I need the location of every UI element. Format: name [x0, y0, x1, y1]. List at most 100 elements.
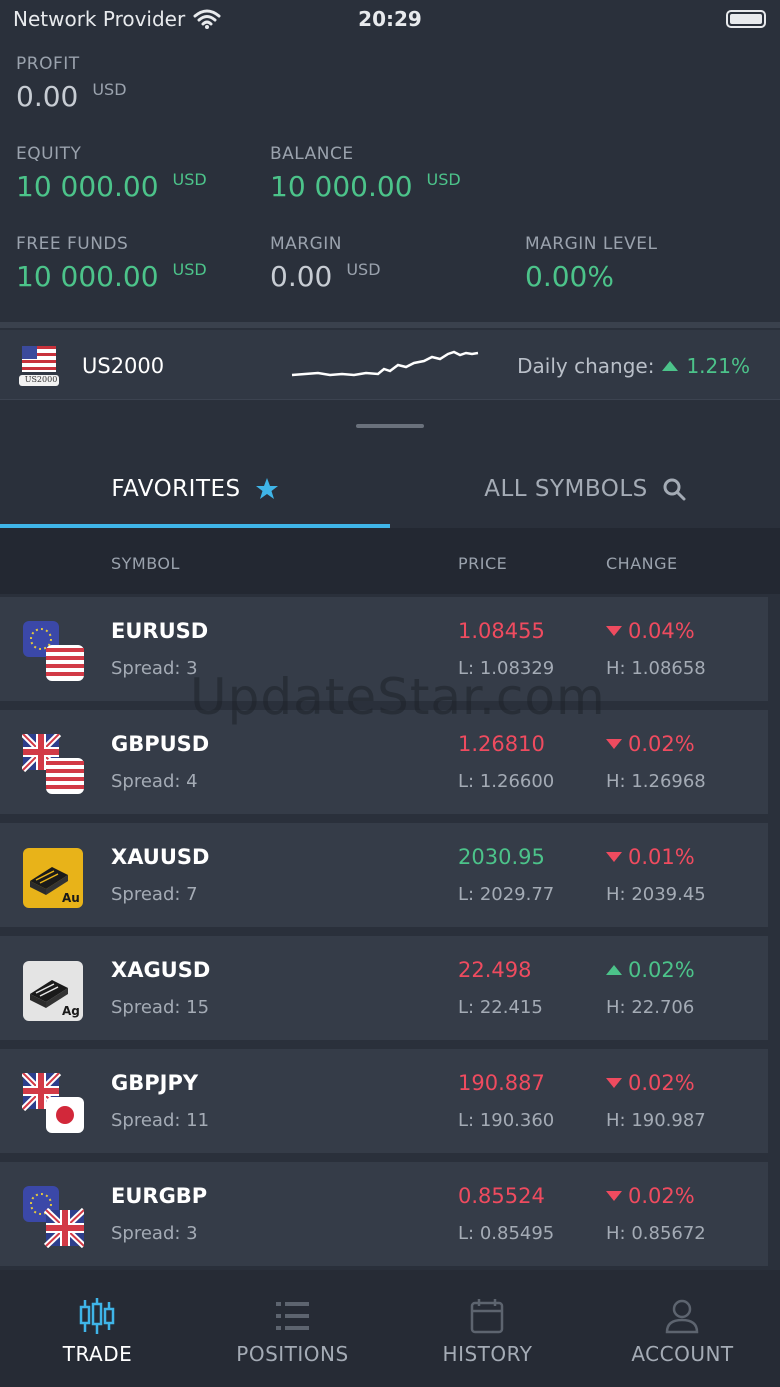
- table-row[interactable]: Au XAUUSD Spread: 7 2030.95 L: 2029.77 0…: [0, 820, 768, 927]
- profit-value: 0.00: [16, 80, 79, 113]
- row-change: 0.02%: [606, 958, 695, 982]
- header-change: CHANGE: [606, 554, 678, 573]
- row-low: L: 190.360: [458, 1110, 555, 1131]
- table-header: SYMBOL PRICE CHANGE: [0, 528, 780, 594]
- equity-label: EQUITY: [16, 144, 82, 164]
- bottom-nav: TRADE POSITIONS HISTORY ACCOUNT: [0, 1270, 780, 1387]
- nav-history[interactable]: HISTORY: [390, 1270, 585, 1387]
- row-change: 0.02%: [606, 1071, 695, 1095]
- margin-stat: MARGIN 0.00 USD: [270, 234, 381, 293]
- table-row[interactable]: EURGBP Spread: 3 0.85524 L: 0.85495 0.02…: [0, 1159, 768, 1266]
- free-funds-label: FREE FUNDS: [16, 234, 129, 254]
- row-high: H: 22.706: [606, 997, 695, 1018]
- featured-ticker[interactable]: US2000 US2000 Daily change: 1.21%: [0, 330, 780, 400]
- svg-text:Au: Au: [62, 891, 80, 905]
- tab-favorites-label: FAVORITES: [111, 476, 241, 502]
- row-price: 1.08455: [458, 619, 545, 643]
- margin-level-value: 0.00%: [525, 260, 614, 293]
- section-divider: [0, 322, 780, 328]
- gbp-jpy-flags-icon: [22, 1073, 84, 1133]
- list-icon: [276, 1302, 309, 1330]
- row-change-value: 0.02%: [628, 958, 695, 982]
- row-change: 0.01%: [606, 845, 695, 869]
- balance-unit: USD: [426, 170, 461, 189]
- row-price: 2030.95: [458, 845, 545, 869]
- arrow-up-icon: [606, 965, 622, 975]
- table-row[interactable]: GBPUSD Spread: 4 1.26810 L: 1.26600 0.02…: [0, 707, 768, 814]
- arrow-down-icon: [606, 739, 622, 749]
- header-symbol: SYMBOL: [111, 554, 180, 573]
- equity-unit: USD: [172, 170, 207, 189]
- margin-unit: USD: [346, 260, 381, 279]
- equity-stat: EQUITY 10 000.00 USD: [16, 144, 207, 203]
- free-funds-value: 10 000.00: [16, 260, 159, 293]
- balance-label: BALANCE: [270, 144, 354, 164]
- table-row[interactable]: EURUSD Spread: 3 1.08455 L: 1.08329 0.04…: [0, 594, 768, 701]
- search-icon: [663, 478, 686, 501]
- row-low: L: 0.85495: [458, 1223, 555, 1244]
- tab-all-symbols[interactable]: ALL SYMBOLS: [390, 450, 780, 528]
- balance-stat: BALANCE 10 000.00 USD: [270, 144, 461, 203]
- table-row[interactable]: Ag XAGUSD Spread: 15 22.498 L: 22.415 0.…: [0, 933, 768, 1040]
- row-symbol: XAUUSD: [111, 845, 210, 869]
- status-time: 20:29: [358, 7, 422, 31]
- nav-account-label: ACCOUNT: [631, 1342, 734, 1366]
- row-change: 0.02%: [606, 732, 695, 756]
- nav-account[interactable]: ACCOUNT: [585, 1270, 780, 1387]
- candlestick-icon: [79, 1298, 115, 1334]
- row-change-value: 0.02%: [628, 1184, 695, 1208]
- arrow-down-icon: [606, 1078, 622, 1088]
- margin-value: 0.00: [270, 260, 333, 293]
- row-symbol: GBPJPY: [111, 1071, 199, 1095]
- margin-label: MARGIN: [270, 234, 343, 254]
- row-spread: Spread: 3: [111, 658, 198, 679]
- row-price: 1.26810: [458, 732, 545, 756]
- drag-handle[interactable]: [356, 424, 424, 428]
- row-price: 22.498: [458, 958, 532, 982]
- row-symbol: EURUSD: [111, 619, 209, 643]
- symbol-tabs: FAVORITES ALL SYMBOLS: [0, 450, 780, 528]
- row-price: 0.85524: [458, 1184, 545, 1208]
- margin-level-stat: MARGIN LEVEL 0.00%: [525, 234, 657, 293]
- tab-favorites[interactable]: FAVORITES: [0, 450, 390, 528]
- calendar-icon: [470, 1299, 504, 1334]
- svg-text:Ag: Ag: [62, 1004, 80, 1018]
- profit-unit: USD: [92, 80, 127, 99]
- row-low: L: 1.08329: [458, 658, 555, 679]
- arrow-down-icon: [606, 626, 622, 636]
- row-change-value: 0.04%: [628, 619, 695, 643]
- nav-positions[interactable]: POSITIONS: [195, 1270, 390, 1387]
- balance-value: 10 000.00: [270, 170, 413, 203]
- nav-history-label: HISTORY: [442, 1342, 533, 1366]
- daily-change-value: 1.21%: [686, 354, 750, 378]
- arrow-down-icon: [606, 1191, 622, 1201]
- table-row[interactable]: GBPJPY Spread: 11 190.887 L: 190.360 0.0…: [0, 1046, 768, 1153]
- row-change-value: 0.02%: [628, 732, 695, 756]
- row-change-value: 0.01%: [628, 845, 695, 869]
- equity-value: 10 000.00: [16, 170, 159, 203]
- free-funds-stat: FREE FUNDS 10 000.00 USD: [16, 234, 207, 293]
- row-high: H: 190.987: [606, 1110, 706, 1131]
- tab-all-symbols-label: ALL SYMBOLS: [484, 476, 648, 502]
- row-change-value: 0.02%: [628, 1071, 695, 1095]
- row-spread: Spread: 4: [111, 771, 198, 792]
- row-spread: Spread: 11: [111, 1110, 210, 1131]
- row-low: L: 22.415: [458, 997, 543, 1018]
- gbp-usd-flags-icon: [22, 734, 84, 794]
- row-high: H: 2039.45: [606, 884, 706, 905]
- row-change: 0.02%: [606, 1184, 695, 1208]
- nav-trade[interactable]: TRADE: [0, 1270, 195, 1387]
- eur-usd-flags-icon: [23, 621, 84, 681]
- profit-label: PROFIT: [16, 54, 80, 74]
- gold-bar-icon: Au: [23, 848, 83, 908]
- row-symbol: XAGUSD: [111, 958, 211, 982]
- nav-trade-label: TRADE: [62, 1342, 133, 1366]
- status-bar: Network Provider 20:29: [0, 0, 780, 40]
- nav-positions-label: POSITIONS: [236, 1342, 349, 1366]
- row-high: H: 1.08658: [606, 658, 706, 679]
- row-spread: Spread: 3: [111, 1223, 198, 1244]
- ticker-symbol: US2000: [82, 354, 165, 378]
- row-high: H: 0.85672: [606, 1223, 706, 1244]
- margin-level-label: MARGIN LEVEL: [525, 234, 658, 254]
- row-spread: Spread: 15: [111, 997, 210, 1018]
